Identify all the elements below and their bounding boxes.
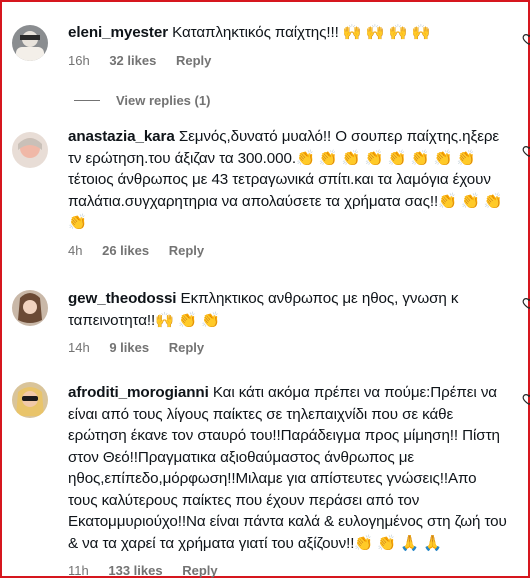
avatar[interactable] (12, 25, 48, 61)
comment-text: Καταπληκτικός παίχτης!!! 🙌 🙌 🙌 🙌 (172, 24, 431, 41)
comment-username[interactable]: eleni_myester (68, 24, 168, 41)
comment-username[interactable]: anastazia_kara (68, 128, 175, 145)
comment-text-block: eleni_myester Καταπληκτικός παίχτης!!! 🙌… (68, 22, 508, 44)
heart-outline-icon[interactable] (522, 32, 530, 46)
comment-username[interactable]: afroditi_morogianni (68, 384, 209, 401)
comment-time: 16h (68, 52, 90, 68)
heart-outline-icon[interactable] (522, 392, 530, 406)
comment-likes[interactable]: 32 likes (109, 52, 156, 70)
avatar[interactable] (12, 290, 48, 326)
comment-text-block: gew_theodossi Εκπληκτικος ανθρωπος με ηθ… (68, 288, 508, 331)
comment-meta: 11h 133 likes Reply (68, 562, 508, 580)
comment-time: 4h (68, 242, 83, 258)
comment-likes[interactable]: 133 likes (108, 562, 162, 580)
heart-outline-icon[interactable] (522, 144, 530, 158)
avatar-photo (12, 25, 48, 61)
comment-meta: 16h 32 likes Reply (68, 52, 508, 70)
avatar-photo (12, 290, 48, 326)
view-replies-button[interactable]: View replies (1) (74, 93, 210, 108)
reply-button[interactable]: Reply (182, 562, 217, 580)
comment-text-block: anastazia_kara Σεμνός,δυνατό μυαλό!! Ο σ… (68, 126, 508, 234)
reply-button[interactable]: Reply (169, 242, 204, 260)
comment-text-block: afroditi_morogianni Και κάτι ακόμα πρέπε… (68, 382, 508, 554)
comment-time: 14h (68, 340, 90, 355)
comment-likes[interactable]: 26 likes (102, 242, 149, 260)
reply-button[interactable]: Reply (169, 339, 204, 357)
avatar-photo (12, 382, 48, 418)
comment-meta: 14h 9 likes Reply (68, 339, 508, 357)
comment-likes[interactable]: 9 likes (109, 339, 149, 357)
divider (74, 100, 100, 101)
view-replies-label: View replies (1) (116, 93, 211, 108)
comment-text: Και κάτι ακόμα πρέπει να πούμε:Πρέπει να… (68, 384, 507, 552)
reply-button[interactable]: Reply (176, 52, 211, 70)
avatar[interactable] (12, 132, 48, 168)
avatar[interactable] (12, 382, 48, 418)
avatar-photo (12, 132, 48, 168)
comment-username[interactable]: gew_theodossi (68, 290, 177, 307)
comment-meta: 4h 26 likes Reply (68, 242, 508, 260)
comment-time: 11h (68, 563, 89, 578)
heart-outline-icon[interactable] (522, 296, 530, 310)
